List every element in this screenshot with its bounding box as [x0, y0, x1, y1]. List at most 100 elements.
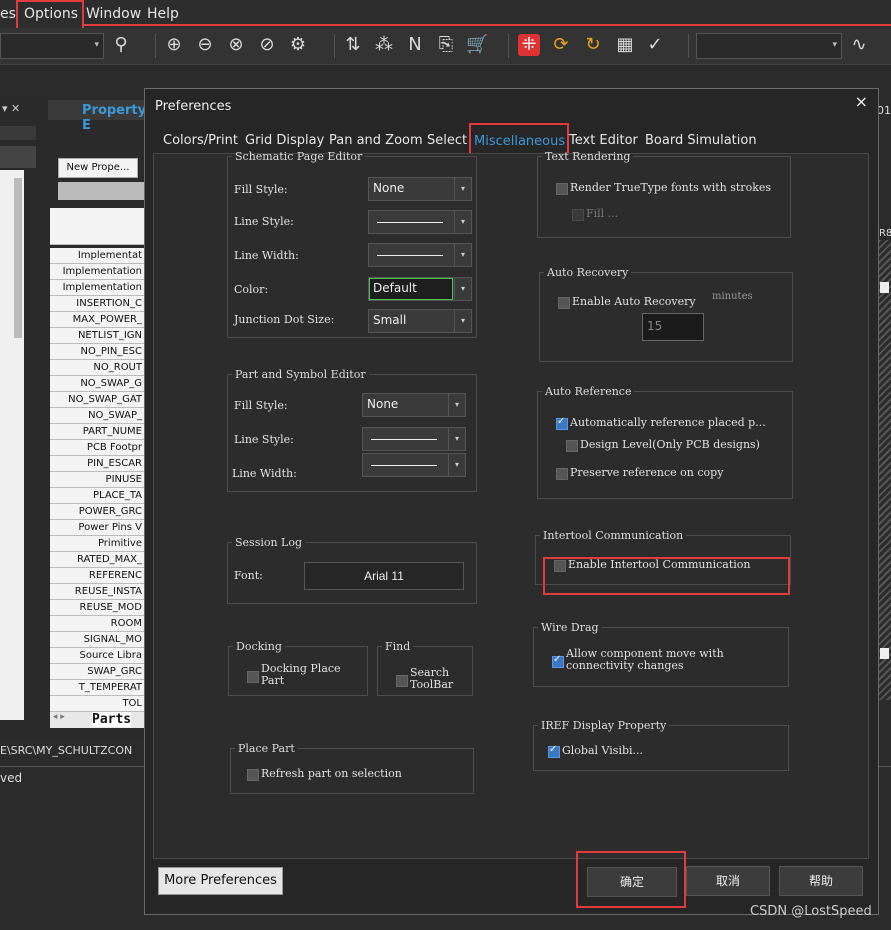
property-row[interactable]: SIGNAL_MO	[50, 632, 145, 648]
menu-item-window[interactable]: Window	[86, 6, 141, 22]
netlist-icon[interactable]: N	[404, 34, 426, 56]
property-row[interactable]: PIN_ESCAR	[50, 456, 145, 472]
tab-text-editor[interactable]: Text Editor	[569, 133, 638, 148]
property-row[interactable]: NO_SWAP_GAT	[50, 392, 145, 408]
cancel-button[interactable]: 取消	[686, 866, 770, 896]
parts-tab[interactable]: Parts	[92, 712, 132, 727]
line-style-combo[interactable]: ▾	[368, 210, 472, 234]
property-row[interactable]: NETLIST_IGN	[50, 328, 145, 344]
color-value: Default	[373, 281, 417, 295]
property-row[interactable]: REFERENC	[50, 568, 145, 584]
bom-icon[interactable]: ⎘	[435, 34, 457, 56]
toolbar-combo-left[interactable]: ▾	[0, 33, 104, 59]
report-icon[interactable]: ▦	[614, 34, 636, 56]
design-level-checkbox[interactable]	[566, 440, 578, 452]
ps-fill-style-combo[interactable]: None ▾	[362, 393, 466, 417]
property-row[interactable]: Power Pins V	[50, 520, 145, 536]
tab-board-simulation[interactable]: Board Simulation	[645, 133, 757, 148]
auto-reference-checkbox[interactable]	[556, 416, 568, 430]
property-row[interactable]: ROOM	[50, 616, 145, 632]
cart-icon[interactable]: 🛒	[466, 34, 488, 56]
property-row[interactable]: SWAP_GRC	[50, 664, 145, 680]
tab-grid-display[interactable]: Grid Display	[245, 133, 324, 148]
tab-pan-and-zoom[interactable]: Pan and Zoom	[329, 133, 423, 148]
panel-pin-icon[interactable]: ▾ ✕	[2, 102, 20, 115]
sync-icon[interactable]: ⟳	[550, 34, 572, 56]
property-row[interactable]: MAX_POWER_	[50, 312, 145, 328]
pcb-icon[interactable]: ⁜	[518, 34, 540, 56]
preserve-reference-checkbox[interactable]	[556, 468, 568, 480]
fill-style-value: None	[373, 181, 405, 195]
fill-checkbox[interactable]	[572, 209, 584, 221]
property-editor-panel: ▾ ✕ Property E New Prope... Implementat I…	[0, 98, 148, 785]
truetype-strokes-checkbox[interactable]	[556, 183, 568, 195]
update-icon[interactable]: ↻	[582, 34, 604, 56]
filter-box[interactable]	[58, 182, 144, 200]
scrollbar-thumb[interactable]	[14, 178, 22, 338]
menu-item-file-partial[interactable]: es	[0, 6, 16, 22]
property-row[interactable]: Primitive	[50, 536, 145, 552]
line-width-combo[interactable]: ▾	[368, 243, 472, 267]
drc-icon[interactable]: ⁂	[373, 34, 395, 56]
property-row[interactable]: PINUSE	[50, 472, 145, 488]
color-combo[interactable]: Default ▾	[368, 277, 472, 301]
wire-drag-checkbox[interactable]	[552, 654, 564, 668]
property-row[interactable]: PART_NUME	[50, 424, 145, 440]
minutes-input[interactable]: 15	[642, 313, 704, 341]
fill-style-combo[interactable]: None ▾	[368, 177, 472, 201]
property-row[interactable]: NO_SWAP_G	[50, 376, 145, 392]
property-row[interactable]: POWER_GRC	[50, 504, 145, 520]
global-visibility-label: Global Visibi...	[562, 744, 644, 757]
property-row[interactable]: NO_ROUT	[50, 360, 145, 376]
toolbar-separator	[155, 34, 156, 58]
zoom-in-icon[interactable]: ⊕	[163, 34, 185, 56]
new-property-button[interactable]: New Prope...	[58, 158, 138, 178]
auto-recovery-checkbox[interactable]	[558, 297, 570, 309]
more-preferences-button[interactable]: More Preferences	[158, 867, 283, 895]
property-row[interactable]: NO_PIN_ESC	[50, 344, 145, 360]
chevron-down-icon: ▾	[448, 454, 465, 476]
property-row[interactable]: TOL	[50, 696, 145, 712]
property-row[interactable]: PLACE_TA	[50, 488, 145, 504]
intertool-communication-title: Intertool Communication	[543, 529, 684, 542]
session-font-button[interactable]: Arial 11	[304, 562, 464, 590]
property-row[interactable]: RATED_MAX_	[50, 552, 145, 568]
toolbar-combo-right[interactable]: ▾	[696, 33, 842, 59]
global-visibility-checkbox[interactable]	[548, 744, 560, 758]
property-row[interactable]: REUSE_INSTA	[50, 584, 145, 600]
left-gutter-header	[0, 146, 36, 168]
zoom-fit-icon[interactable]: ⊗	[225, 34, 247, 56]
property-row[interactable]: NO_SWAP_	[50, 408, 145, 424]
docking-place-part-checkbox[interactable]	[247, 671, 259, 683]
part-symbol-editor-group: Part and Symbol Editor Fill Style: None ▾…	[227, 368, 477, 492]
zoom-out-icon[interactable]: ⊖	[194, 34, 216, 56]
refresh-part-checkbox[interactable]	[247, 769, 259, 781]
property-row[interactable]: PCB Footpr	[50, 440, 145, 456]
check-icon[interactable]: ✓	[644, 34, 666, 56]
zoom-all-icon[interactable]: ⚙	[287, 34, 309, 56]
junction-dot-size-combo[interactable]: Small ▾	[368, 309, 472, 333]
property-row[interactable]: Implementat	[50, 248, 145, 264]
wire-icon[interactable]: ∿	[848, 34, 870, 56]
menu-item-help[interactable]: Help	[147, 6, 179, 22]
tab-colors-print[interactable]: Colors/Print	[163, 133, 238, 148]
annotate-icon[interactable]: ⇅	[342, 34, 364, 56]
close-icon[interactable]: ×	[855, 92, 868, 111]
property-row[interactable]: REUSE_MOD	[50, 600, 145, 616]
search-toolbar-checkbox[interactable]	[396, 675, 408, 687]
truetype-strokes-label: Render TrueType fonts with strokes	[570, 181, 772, 194]
search-icon[interactable]: ⚲	[110, 34, 132, 56]
property-row[interactable]: Implementation	[50, 280, 145, 296]
zoom-area-icon[interactable]: ⊘	[256, 34, 278, 56]
ps-line-width-combo[interactable]: ▾	[362, 453, 466, 477]
tab-property-editor[interactable]: Property E	[48, 100, 148, 133]
property-row[interactable]: Source Libra	[50, 648, 145, 664]
property-row[interactable]: INSERTION_C	[50, 296, 145, 312]
help-button[interactable]: 帮助	[779, 866, 863, 896]
minutes-value: 15	[647, 319, 663, 333]
ps-line-style-combo[interactable]: ▾	[362, 427, 466, 451]
toolbar-separator	[508, 34, 509, 58]
property-row[interactable]: T_TEMPERAT	[50, 680, 145, 696]
property-row[interactable]: Implementation	[50, 264, 145, 280]
tab-select[interactable]: Select	[427, 133, 467, 148]
